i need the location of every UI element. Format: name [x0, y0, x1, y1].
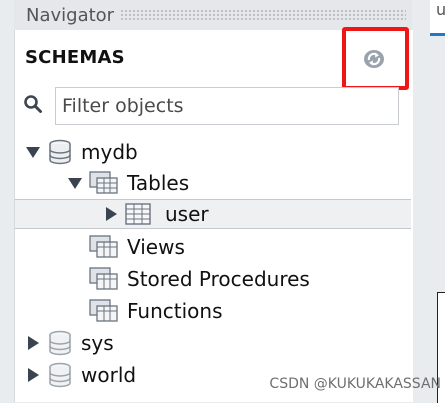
collapse-arrow-icon[interactable]: [25, 144, 41, 160]
tree-item-label: sys: [81, 331, 114, 355]
tree-item-label: Tables: [127, 171, 190, 195]
tree-item-world[interactable]: world: [25, 360, 136, 390]
collapse-arrow-icon[interactable]: [67, 175, 83, 191]
navigator-title: Navigator: [26, 4, 115, 26]
editor-tab[interactable]: u: [430, 0, 445, 36]
filter-objects-input[interactable]: [55, 87, 399, 125]
header-grip[interactable]: [120, 9, 406, 21]
table-icon: [125, 203, 151, 225]
refresh-icon: [364, 50, 384, 68]
expand-arrow-icon[interactable]: [25, 367, 41, 383]
tree-item-sys[interactable]: sys: [25, 328, 114, 358]
tree-item-label: mydb: [81, 140, 138, 164]
tree-item-mydb[interactable]: mydb: [25, 137, 138, 167]
tree-item-label: Views: [127, 235, 185, 259]
tree-item-functions[interactable]: Functions: [89, 296, 223, 326]
tree-item-label: world: [81, 363, 137, 387]
watermark-text: CSDN @KUKUKAKASSAN: [269, 376, 441, 392]
tree-item-label: user: [165, 202, 209, 226]
tree-item-stored-procedures[interactable]: Stored Procedures: [89, 264, 310, 294]
navigator-panel: SCHEMAS mydb: [14, 27, 413, 402]
tree-item-user[interactable]: user: [15, 199, 411, 229]
views-folder-icon: [89, 235, 118, 258]
tree-item-label: Stored Procedures: [127, 267, 310, 291]
tables-folder-icon: [89, 171, 118, 194]
expand-arrow-icon[interactable]: [103, 206, 119, 222]
functions-folder-icon: [89, 299, 118, 322]
search-icon: [24, 95, 42, 113]
tree-item-views[interactable]: Views: [89, 232, 185, 262]
database-icon: [49, 139, 71, 165]
refresh-schemas-button[interactable]: [357, 46, 391, 72]
tree-item-tables[interactable]: Tables: [67, 168, 189, 198]
schemas-label: SCHEMAS: [25, 47, 125, 68]
expand-arrow-icon[interactable]: [25, 335, 41, 351]
tree-item-label: Functions: [127, 299, 223, 323]
navigator-header: Navigator: [14, 0, 412, 30]
database-icon: [49, 362, 71, 388]
procedures-folder-icon: [89, 267, 118, 290]
database-icon: [49, 330, 71, 356]
